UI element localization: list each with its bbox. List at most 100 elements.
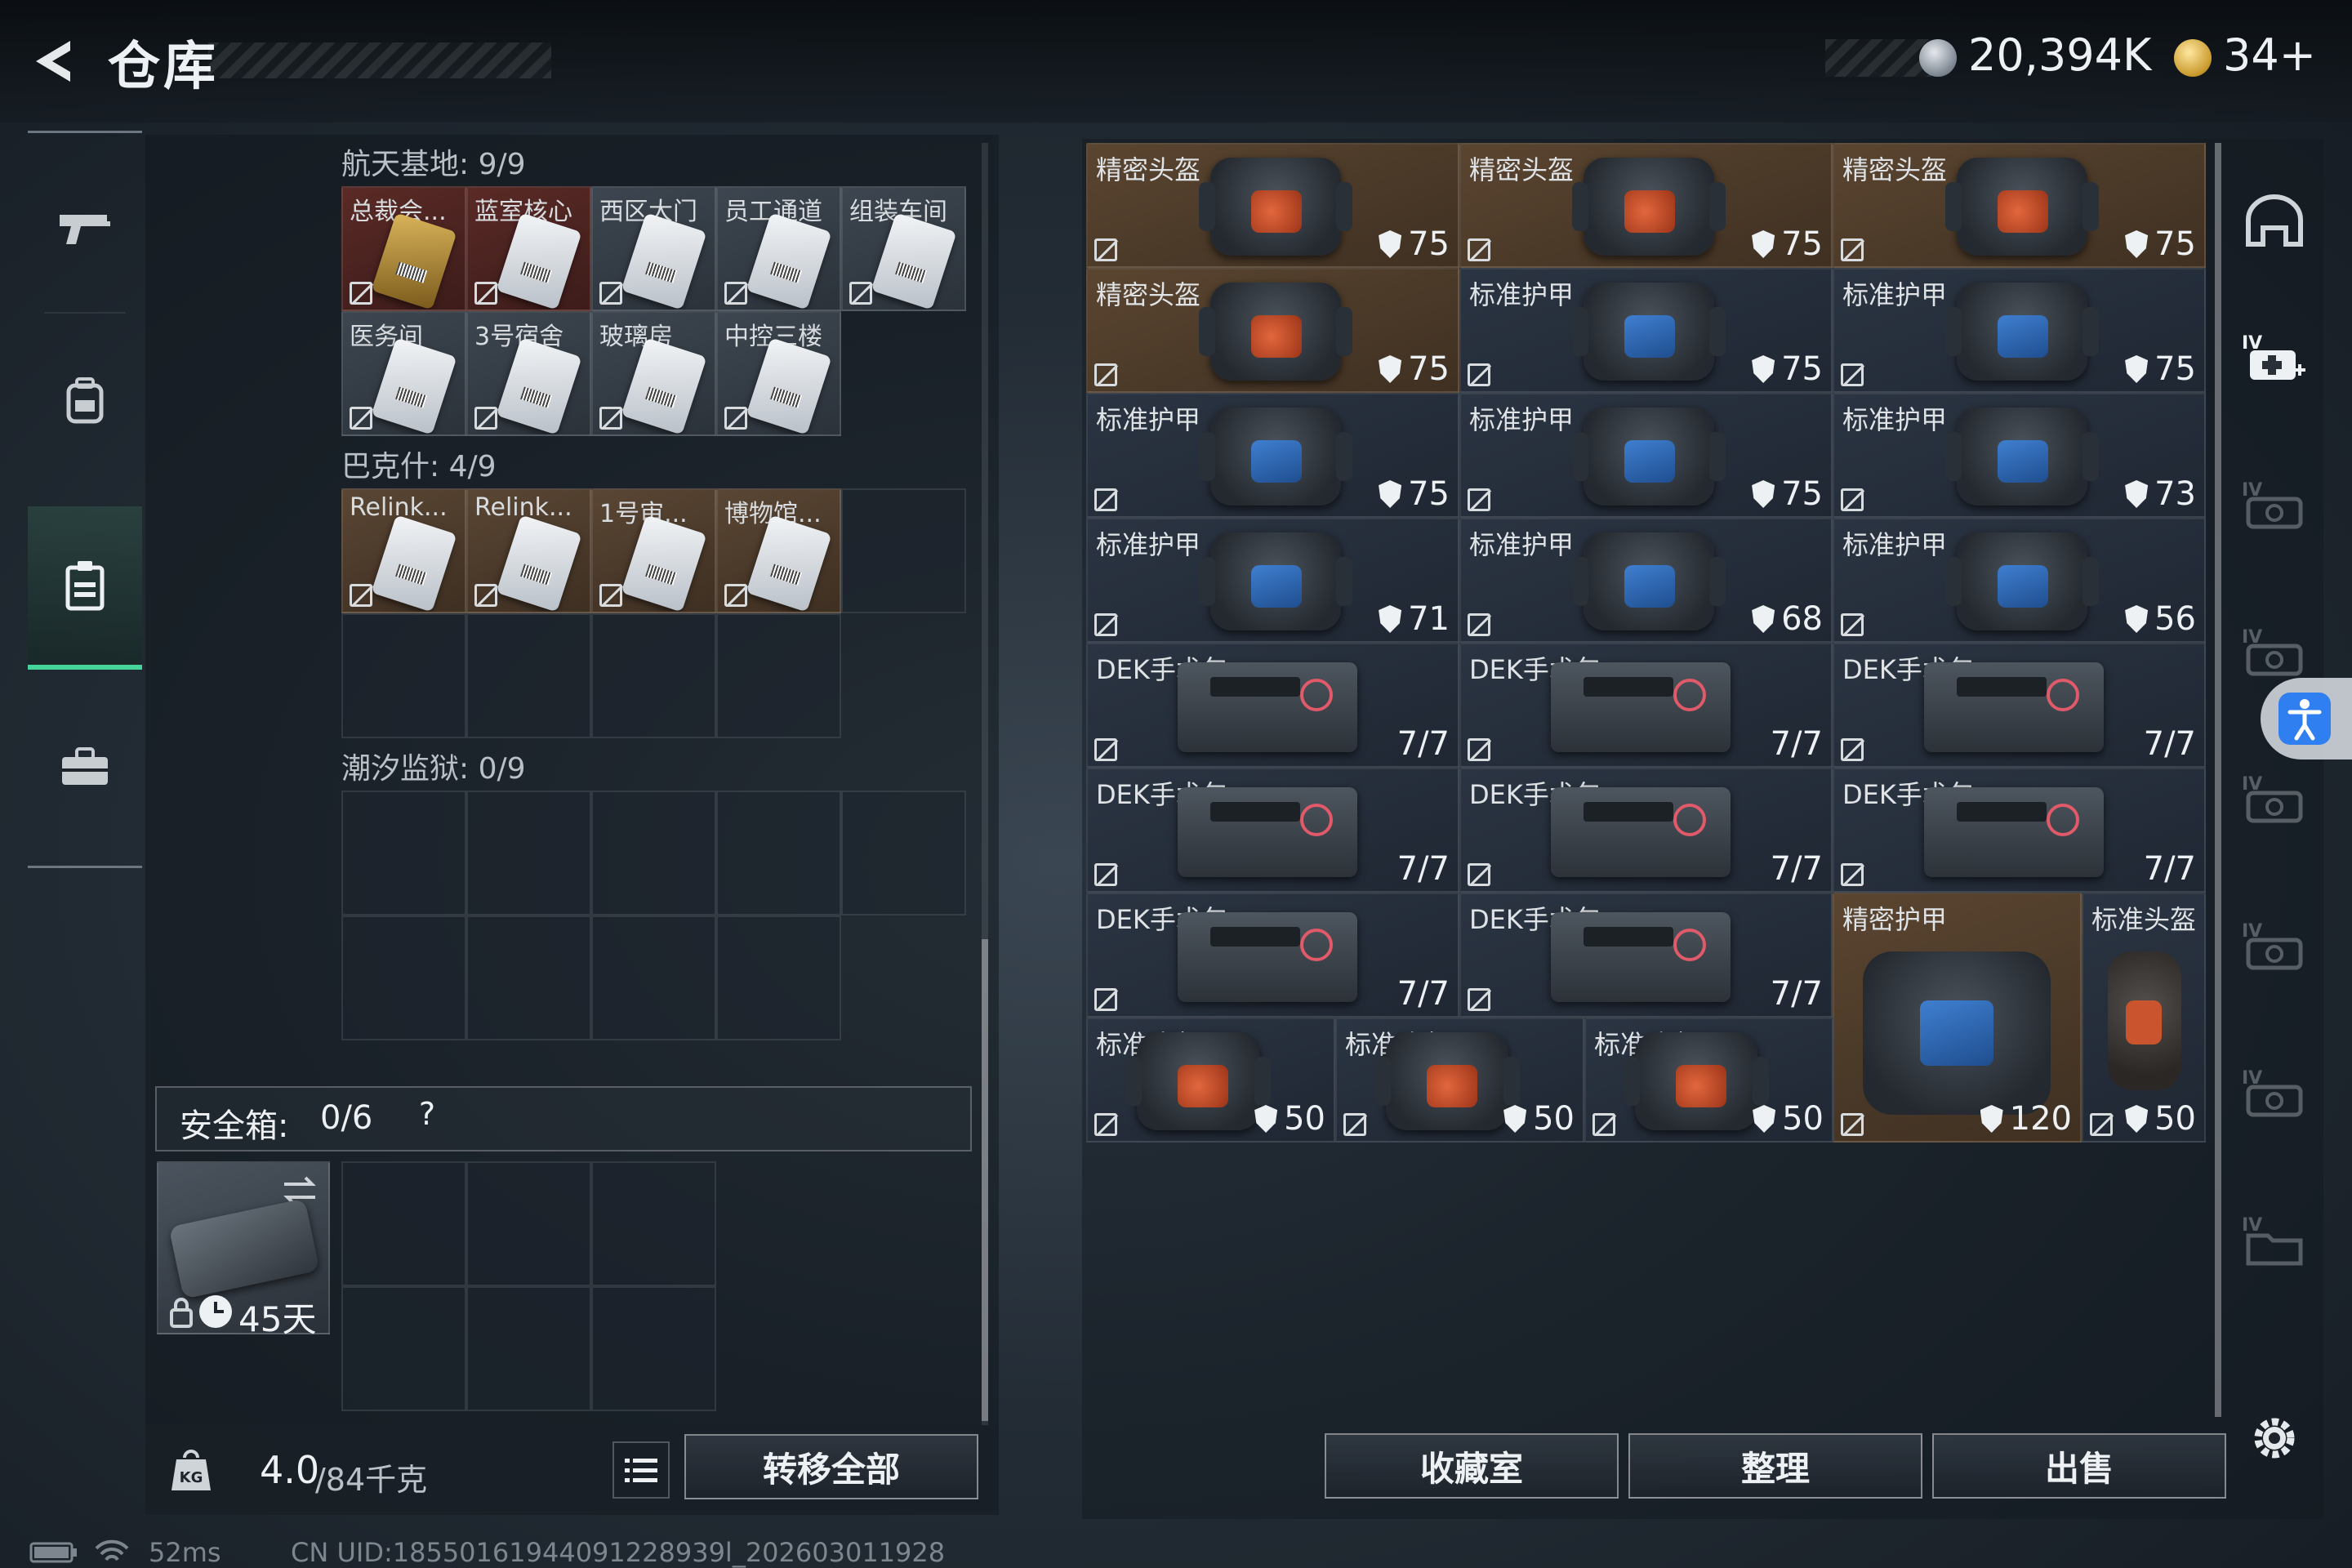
no-insure-icon [599, 584, 622, 607]
transfer-all-button[interactable]: 转移全部 [684, 1434, 978, 1499]
keycard-image [371, 212, 457, 310]
title-decoration [208, 42, 551, 78]
nav-keys[interactable] [28, 506, 142, 670]
sell-button[interactable]: 出售 [1932, 1433, 2226, 1499]
keycard-item[interactable]: 1号审... [591, 488, 716, 613]
item-durability: 50 [1254, 1100, 1325, 1138]
category-armor-5[interactable]: IV [2230, 1045, 2319, 1143]
gold-currency-amount[interactable]: 34+ [2223, 29, 2316, 81]
keycard-item[interactable]: 玻璃房 [591, 311, 716, 436]
nav-supplies[interactable] [28, 686, 142, 849]
inventory-item[interactable]: 标准护甲 71 [1086, 518, 1459, 643]
shield-icon [2125, 230, 2149, 258]
list-view-button[interactable] [612, 1441, 670, 1499]
keycard-item[interactable]: 总裁会... [341, 186, 466, 311]
keycard-item[interactable]: 员工通道 [716, 186, 841, 311]
keycard-item[interactable]: Relink... [341, 488, 466, 613]
safe-box-slot[interactable] [341, 1286, 466, 1411]
armor-image [1199, 532, 1352, 630]
gun-icon [60, 215, 110, 244]
nav-gear[interactable] [28, 318, 142, 482]
inventory-item[interactable]: 标准护甲 73 [1833, 393, 2206, 518]
back-button[interactable] [24, 33, 82, 90]
inventory-item[interactable]: DEK手术包 7/7 [1086, 643, 1459, 768]
category-helmet[interactable] [2230, 172, 2319, 270]
keycard-image [371, 514, 457, 612]
right-scrollbar[interactable] [2215, 143, 2221, 1417]
inventory-item[interactable]: DEK手术包 7/7 [1459, 768, 1833, 893]
medkit-image [1178, 662, 1357, 752]
inventory-item[interactable]: 标准头盔50 [2082, 893, 2206, 1143]
no-insure-icon [1468, 738, 1490, 761]
inventory-item[interactable]: 标准护甲 68 [1459, 518, 1833, 643]
settings-button[interactable] [2247, 1411, 2301, 1465]
safe-box-container[interactable]: 45天 [157, 1161, 330, 1339]
item-durability: 75 [1379, 475, 1450, 513]
keycard-item[interactable]: 中控三楼 [716, 311, 841, 436]
armor-box-icon: IV [2242, 1068, 2303, 1117]
no-insure-icon [1468, 238, 1490, 261]
inventory-item[interactable]: 标准护甲 75 [1086, 393, 1459, 518]
inventory-item[interactable]: 标准头盔50 [1584, 1018, 1833, 1143]
safe-box-slot[interactable] [591, 1161, 716, 1286]
inventory-item[interactable]: 精密头盔 75 [1833, 143, 2206, 268]
inventory-item[interactable]: 精密头盔 75 [1459, 143, 1833, 268]
inventory-item[interactable]: DEK手术包 7/7 [1459, 893, 1833, 1018]
no-insure-icon [1841, 863, 1864, 886]
inventory-item[interactable]: 标准护甲 75 [1459, 268, 1833, 393]
collection-room-button[interactable]: 收藏室 [1325, 1433, 1619, 1499]
empty-slot [341, 613, 466, 738]
armor-box-icon: IV [2242, 774, 2303, 823]
inventory-item[interactable]: 标准护甲 75 [1459, 393, 1833, 518]
inventory-item[interactable]: DEK手术包 7/7 [1086, 768, 1459, 893]
organize-button[interactable]: 整理 [1628, 1433, 1922, 1499]
safe-box-slot[interactable] [466, 1286, 591, 1411]
keycard-item[interactable]: 3号宿舍 [466, 311, 591, 436]
category-folder[interactable]: IV [2230, 1192, 2319, 1290]
list-icon [625, 1459, 657, 1482]
accessibility-button[interactable] [2261, 678, 2352, 760]
empty-slot [466, 915, 591, 1040]
keycard-image [496, 337, 582, 434]
nav-weapons[interactable] [28, 147, 142, 310]
inventory-item[interactable]: 标准头盔50 [1335, 1018, 1584, 1143]
keycard-image [746, 212, 832, 310]
safe-box-slot[interactable] [341, 1161, 466, 1286]
category-armor-4[interactable]: IV [2230, 898, 2319, 996]
helmet-image [1624, 1032, 1769, 1130]
inventory-item[interactable]: DEK手术包 7/7 [1459, 643, 1833, 768]
keycard-item[interactable]: 组装车间 [841, 186, 966, 311]
item-name: 标准护甲 [1842, 279, 1948, 310]
keycard-image [621, 212, 707, 310]
keycard-item[interactable]: 医务间 [341, 311, 466, 436]
help-icon[interactable]: ? [407, 1096, 448, 1137]
category-medkit[interactable]: IV [2230, 310, 2319, 408]
safe-box-slot[interactable] [466, 1161, 591, 1286]
item-name: 标准护甲 [1469, 279, 1575, 310]
item-name: 标准护甲 [1469, 404, 1575, 435]
inventory-item[interactable]: DEK手术包 7/7 [1833, 768, 2206, 893]
keycard-item[interactable]: 西区大门 [591, 186, 716, 311]
item-durability: 75 [1752, 350, 1823, 388]
armor-image [1572, 408, 1726, 506]
no-insure-icon [1468, 863, 1490, 886]
item-durability-value: 75 [2154, 225, 2196, 263]
left-scrollbar-thumb[interactable] [982, 939, 988, 1421]
keycard-item[interactable]: 博物馆... [716, 488, 841, 613]
shield-icon [1752, 230, 1775, 258]
safe-box-slot[interactable] [591, 1286, 716, 1411]
inventory-item[interactable]: 精密头盔 75 [1086, 268, 1459, 393]
category-armor-1[interactable]: IV [2230, 457, 2319, 555]
inventory-item[interactable]: DEK手术包 7/7 [1086, 893, 1459, 1018]
inventory-item[interactable]: DEK手术包 7/7 [1833, 643, 2206, 768]
inventory-item[interactable]: 精密护甲 120 [1833, 893, 2082, 1143]
keycard-item[interactable]: Relink... [466, 488, 591, 613]
category-armor-3[interactable]: IV [2230, 751, 2319, 849]
inventory-item[interactable]: 标准护甲 56 [1833, 518, 2206, 643]
inventory-item[interactable]: 标准头盔50 [1086, 1018, 1335, 1143]
empty-slot [841, 488, 966, 613]
armor-image [1945, 532, 2099, 630]
keycard-item[interactable]: 蓝室核心 [466, 186, 591, 311]
inventory-item[interactable]: 精密头盔 75 [1086, 143, 1459, 268]
inventory-item[interactable]: 标准护甲 75 [1833, 268, 2206, 393]
